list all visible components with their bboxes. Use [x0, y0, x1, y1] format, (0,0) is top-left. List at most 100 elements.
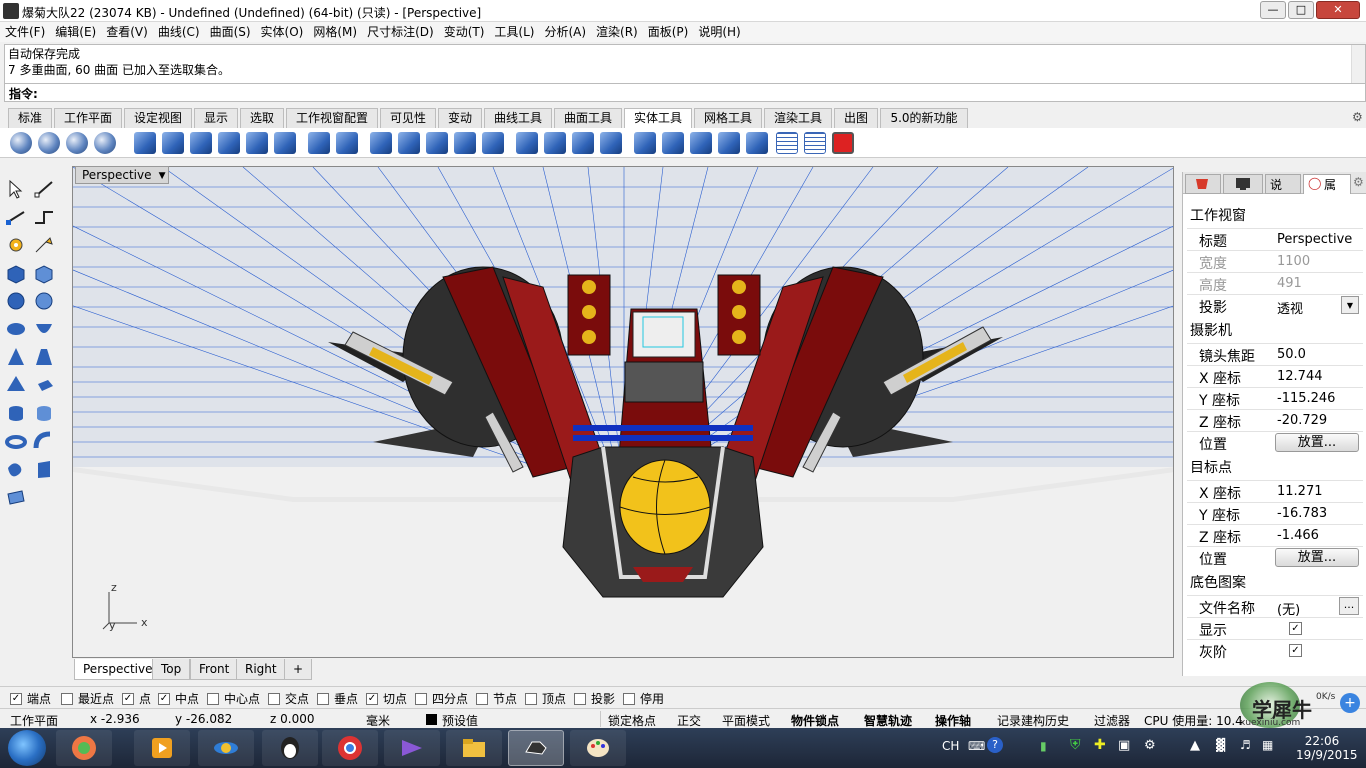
menu-surface[interactable]: 曲面(S) [205, 22, 256, 42]
tgt-x-value[interactable]: 11.271 [1277, 484, 1323, 499]
display-tab[interactable] [1223, 174, 1263, 194]
tab-render-tools[interactable]: 渲染工具 [764, 108, 832, 128]
move-hole-icon[interactable] [516, 132, 538, 154]
tgt-y-value[interactable]: -16.783 [1277, 506, 1327, 521]
show-checkbox[interactable]: ✓ [1289, 622, 1302, 635]
planar-toggle[interactable]: 平面模式 [722, 712, 770, 729]
cam-z-value[interactable]: -20.729 [1277, 413, 1327, 428]
merge-faces-icon[interactable] [190, 132, 212, 154]
osnap-project[interactable]: 投影 [574, 690, 615, 707]
camera-place-button[interactable]: 放置... [1275, 433, 1359, 452]
start-button-icon[interactable] [8, 730, 46, 766]
tab-drafting[interactable]: 出图 [834, 108, 878, 128]
tab-visibility[interactable]: 可见性 [380, 108, 436, 128]
tab-standard[interactable]: 标准 [8, 108, 52, 128]
tab-surface-tools[interactable]: 曲面工具 [554, 108, 622, 128]
taskbar-space-app-icon[interactable] [198, 730, 254, 766]
tray-windows-icon[interactable]: ▣ [1118, 738, 1130, 753]
move-edge-icon[interactable] [370, 132, 392, 154]
extrude-face-icon[interactable] [308, 132, 330, 154]
delete-hole-icon[interactable] [634, 132, 656, 154]
selected-dome[interactable] [619, 459, 711, 555]
solid-points-icon[interactable] [274, 132, 296, 154]
truncated-pyramid-icon[interactable] [32, 374, 56, 396]
net-speed-plus-icon[interactable]: + [1340, 693, 1360, 713]
boolean-union-icon[interactable] [10, 132, 32, 154]
sphere-icon[interactable] [4, 290, 28, 312]
osnap-vertex-checkbox[interactable] [525, 692, 537, 705]
tray-settings-icon[interactable]: ⚙ [1144, 738, 1156, 753]
tab-mesh-tools[interactable]: 网格工具 [694, 108, 762, 128]
place-hole-icon[interactable] [572, 132, 594, 154]
osnap-knot-checkbox[interactable] [476, 692, 488, 705]
tray-battery-icon[interactable]: ▮ [1040, 739, 1047, 753]
boolean-intersection-icon[interactable] [66, 132, 88, 154]
osnap-perp-checkbox[interactable] [317, 692, 329, 705]
osnap-knot[interactable]: 节点 [476, 690, 517, 707]
osnap-perp[interactable]: 垂点 [317, 690, 358, 707]
box-solid-icon[interactable] [4, 262, 28, 284]
box-tool-icon[interactable] [662, 132, 684, 154]
cylinder-tool-icon[interactable] [690, 132, 712, 154]
menu-solid[interactable]: 实体(O) [256, 22, 309, 42]
taskbar-chrome-icon[interactable] [322, 730, 378, 766]
taskbar-file-explorer-icon[interactable] [446, 730, 502, 766]
taskbar-paint-icon[interactable] [570, 730, 626, 766]
sphere-3pt-icon[interactable] [32, 290, 56, 312]
viewport-title[interactable]: Perspective ▼ [75, 166, 169, 184]
tab-viewport-layout[interactable]: 工作视窗配置 [286, 108, 378, 128]
make-hole-icon[interactable] [482, 132, 504, 154]
osnap-end[interactable]: ✓ 端点 [10, 690, 51, 707]
tray-shield-icon[interactable]: ⛨ [1070, 737, 1081, 753]
tray-language[interactable]: CH [942, 739, 959, 753]
osnap-tan[interactable]: ✓ 切点 [366, 690, 407, 707]
menu-mesh[interactable]: 网格(M) [308, 22, 362, 42]
array-hole-icon[interactable] [600, 132, 622, 154]
point-icon[interactable] [32, 178, 56, 200]
tgt-z-value[interactable]: -1.466 [1277, 528, 1319, 543]
truncated-cone-icon[interactable] [32, 346, 56, 368]
rotate-face-icon[interactable] [454, 132, 476, 154]
osnap-tan-checkbox[interactable]: ✓ [366, 692, 378, 705]
osnap-vertex[interactable]: 顶点 [525, 690, 566, 707]
close-button[interactable]: ✕ [1316, 1, 1360, 19]
tab-cplanes[interactable]: 工作平面 [54, 108, 122, 128]
layers-tab[interactable] [1185, 174, 1221, 194]
torus-icon[interactable] [4, 430, 28, 452]
boolean-difference-icon[interactable] [38, 132, 60, 154]
status-cplane[interactable]: 工作平面 [10, 712, 58, 729]
osnap-center-checkbox[interactable] [207, 692, 219, 705]
cam-x-value[interactable]: 12.744 [1277, 369, 1323, 384]
menu-view[interactable]: 查看(V) [101, 22, 153, 42]
minimize-button[interactable]: — [1260, 1, 1286, 19]
maximize-button[interactable]: □ [1288, 1, 1314, 19]
tray-usb-icon[interactable]: ▲ [1190, 738, 1200, 753]
osnap-int-checkbox[interactable] [268, 692, 280, 705]
title-value[interactable]: Perspective [1277, 232, 1352, 247]
osnap-disable-checkbox[interactable] [623, 692, 635, 705]
smart-track-toggle[interactable]: 智慧轨迹 [864, 712, 912, 729]
line-icon[interactable] [4, 206, 28, 228]
taskbar-qq-icon[interactable] [262, 730, 318, 766]
pyramid-icon[interactable] [4, 374, 28, 396]
menu-file[interactable]: 文件(F) [0, 22, 50, 42]
grid-snap-toggle[interactable]: 锁定格点 [608, 712, 656, 729]
ortho-toggle[interactable]: 正交 [677, 712, 701, 729]
fold-face-icon[interactable] [426, 132, 448, 154]
osnap-point-checkbox[interactable]: ✓ [122, 692, 134, 705]
tab-display[interactable]: 显示 [194, 108, 238, 128]
command-history-scrollbar[interactable] [1351, 45, 1365, 83]
browse-file-button[interactable]: ... [1339, 597, 1359, 615]
gray-checkbox[interactable]: ✓ [1289, 644, 1302, 657]
osnap-project-checkbox[interactable] [574, 692, 586, 705]
projection-dropdown-icon[interactable]: ▼ [1341, 296, 1359, 314]
menu-panels[interactable]: 面板(P) [643, 22, 694, 42]
tray-clock[interactable]: 22:06 19/9/2015 [1296, 734, 1358, 762]
cap-planar-holes-icon[interactable] [134, 132, 156, 154]
osnap-quad-checkbox[interactable] [415, 692, 427, 705]
box-corner-icon[interactable] [32, 262, 56, 284]
viewport-tab-perspective[interactable]: Perspective [74, 659, 162, 680]
viewport-tab-right[interactable]: Right [236, 659, 286, 680]
arrow-tool-icon[interactable] [32, 234, 56, 256]
menu-tools[interactable]: 工具(L) [489, 22, 539, 42]
